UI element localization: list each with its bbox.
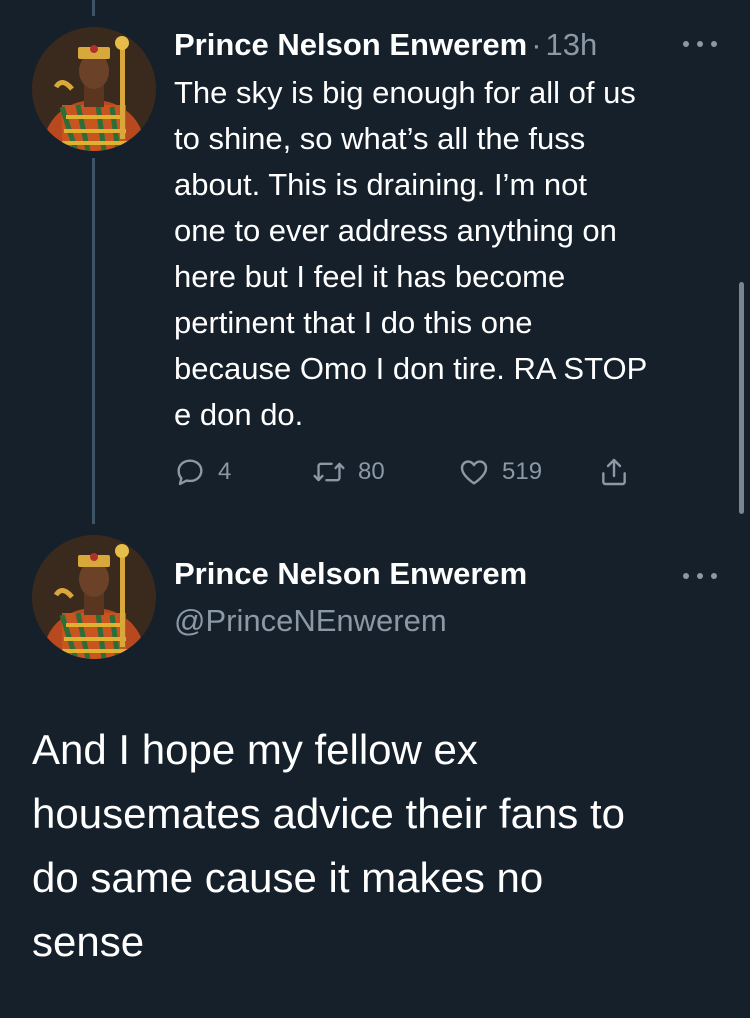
retweet-icon (312, 456, 346, 488)
share-upload-icon (598, 456, 630, 488)
reply-bubble-icon (174, 456, 206, 488)
tweet-header: Prince Nelson Enwerem · 13h (174, 25, 694, 65)
scrollbar[interactable] (739, 282, 744, 514)
more-dots-icon[interactable] (683, 34, 717, 54)
separator-dot: · (531, 27, 542, 62)
tweet-text: And I hope my fellow ex housemates advic… (32, 726, 626, 965)
avatar[interactable] (32, 27, 156, 151)
author-name[interactable]: Prince Nelson Enwerem (174, 556, 527, 592)
avatar[interactable] (32, 535, 156, 659)
reply-button[interactable]: 4 (174, 452, 231, 492)
like-count: 519 (502, 458, 543, 485)
thread-connector-line (92, 158, 95, 524)
heart-icon (458, 456, 490, 488)
tweet-text: The sky is big enough for all of us to s… (174, 75, 648, 432)
thread-connector-line-top (92, 0, 95, 16)
tweet-thread-screen: Prince Nelson Enwerem · 13h The sky is b… (0, 0, 750, 1018)
retweet-count: 80 (358, 458, 385, 485)
author-name[interactable]: Prince Nelson Enwerem (174, 27, 527, 63)
retweet-button[interactable]: 80 (312, 452, 385, 492)
tweet-actions: 4 80 519 (174, 452, 654, 492)
more-dots-icon[interactable] (683, 566, 717, 586)
reply-count: 4 (218, 458, 232, 485)
share-button[interactable] (598, 452, 630, 492)
like-button[interactable]: 519 (458, 452, 542, 492)
author-handle[interactable]: @PrinceNEnwerem (174, 603, 447, 639)
timestamp[interactable]: 13h (546, 27, 598, 63)
